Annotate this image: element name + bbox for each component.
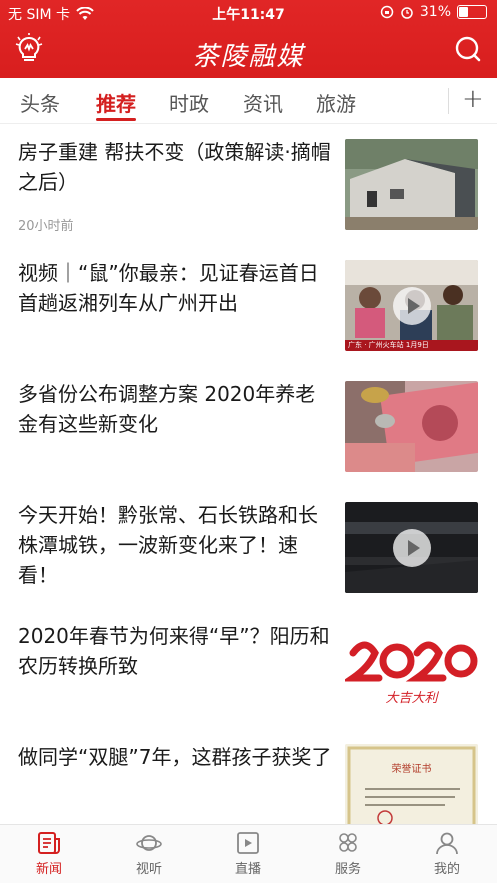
planet-icon <box>136 835 162 851</box>
news-title: 2020年春节为何来得“早”？阳历和农历转换所致 <box>18 624 330 678</box>
tab-info[interactable]: 资讯 <box>243 88 283 117</box>
battery-percent: 31% <box>419 4 451 20</box>
news-time: 20小时前 <box>18 219 74 234</box>
tab-politics[interactable]: 时政 <box>169 88 209 117</box>
play-icon <box>392 528 431 567</box>
nav-label: 服务 <box>334 862 361 877</box>
nav-services[interactable]: 服务 <box>308 831 388 877</box>
channel-tabs: 头条 推荐 时政 资讯 旅游 + <box>0 78 497 124</box>
top-header: 无 SIM 卡 上午11:47 31% 茶陵融媒 <box>0 0 497 78</box>
news-thumbnail: 大吉大利 <box>345 623 478 714</box>
play-icon <box>392 286 431 325</box>
battery-icon <box>457 5 487 19</box>
news-item[interactable]: 房子重建 帮扶不变（政策解读·摘帽之后） 20小时前 <box>0 125 497 246</box>
news-item[interactable]: 今天开始！黔张常、石长铁路和长株潭城铁，一波新变化来了！速看！ <box>0 488 497 609</box>
tab-headline[interactable]: 头条 <box>20 88 60 117</box>
nav-label: 新闻 <box>35 862 62 877</box>
alarm-icon <box>401 7 413 19</box>
news-thumbnail <box>345 139 478 230</box>
news-item[interactable]: 2020年春节为何来得“早”？阳历和农历转换所致 大吉大利 <box>0 609 497 730</box>
news-thumbnail <box>345 381 478 472</box>
news-item[interactable]: 视频｜“鼠”你最亲：见证春运首日首趟返湘列车从广州开出 广东 · 广州火车站 1… <box>0 246 497 367</box>
app-title: 茶陵融媒 <box>192 42 305 72</box>
news-title: 房子重建 帮扶不变（政策解读·摘帽之后） <box>18 140 331 194</box>
status-bar: 无 SIM 卡 上午11:47 31% <box>0 0 497 26</box>
search-icon[interactable] <box>453 34 483 64</box>
news-title: 多省份公布调整方案 2020年养老金有这些新变化 <box>18 382 316 436</box>
nav-label: 我的 <box>433 862 460 877</box>
app-bar: 茶陵融媒 <box>0 26 497 78</box>
nav-live[interactable]: 直播 <box>208 831 288 877</box>
user-icon <box>436 832 458 855</box>
news-item[interactable]: 做同学“双腿”7年，这群孩子获奖了 荣誉证书 <box>0 730 497 835</box>
nav-news[interactable]: 新闻 <box>9 831 89 877</box>
nav-label: 直播 <box>234 862 261 877</box>
thumbnail-caption: 大吉大利 <box>385 691 438 706</box>
news-video-thumbnail <box>345 502 478 593</box>
video-overlay-caption: 广东 · 广州火车站 1月9日 <box>348 341 429 349</box>
tab-recommended[interactable]: 推荐 <box>96 88 136 117</box>
news-title: 做同学“双腿”7年，这群孩子获奖了 <box>18 745 332 769</box>
bottom-navigation: 新闻 视听 直播 服务 我的 <box>0 824 497 883</box>
rotation-lock-icon <box>380 5 394 19</box>
news-title: 视频｜“鼠”你最亲：见证春运首日首趟返湘列车从广州开出 <box>18 261 319 315</box>
news-title: 今天开始！黔张常、石长铁路和长株潭城铁，一波新变化来了！速看！ <box>18 503 318 587</box>
tab-travel[interactable]: 旅游 <box>316 88 356 117</box>
nav-audiovisual[interactable]: 视听 <box>109 831 189 877</box>
nav-label: 视听 <box>135 862 162 877</box>
services-grid-icon <box>339 833 357 852</box>
nav-mine[interactable]: 我的 <box>407 831 487 877</box>
thumbnail-caption: 荣誉证书 <box>391 764 432 775</box>
live-play-icon <box>237 832 259 854</box>
tab-divider <box>448 88 449 114</box>
news-video-thumbnail: 广东 · 广州火车站 1月9日 <box>345 260 478 351</box>
news-item[interactable]: 多省份公布调整方案 2020年养老金有这些新变化 <box>0 367 497 488</box>
news-icon <box>38 832 60 854</box>
add-channel-button[interactable]: + <box>462 84 484 114</box>
active-tab-indicator <box>96 118 136 121</box>
news-thumbnail: 荣誉证书 <box>345 744 478 835</box>
